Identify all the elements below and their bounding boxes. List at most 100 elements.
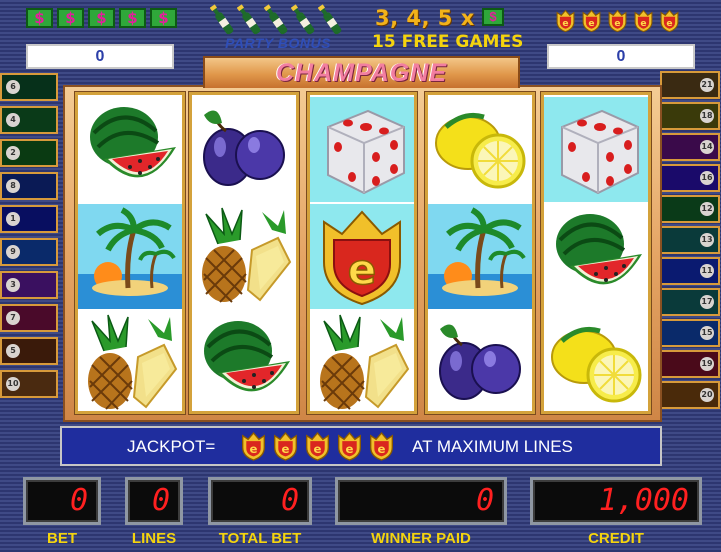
line-number: 6 [6, 80, 20, 94]
line-number: 12 [700, 202, 714, 216]
line-number: 5 [6, 344, 20, 358]
line-indicator: 1 [0, 205, 58, 233]
line-indicator: 21 [660, 71, 720, 99]
line-indicator: 15 [660, 319, 720, 347]
lines-display: 0 [125, 477, 183, 525]
shield-icon: e [323, 210, 401, 306]
champagne-bottle-icon [264, 4, 288, 35]
line-indicator: 10 [0, 370, 58, 398]
winner-paid-display: 0 [335, 477, 507, 525]
svg-text:e: e [640, 19, 646, 29]
island-symbol [428, 204, 532, 309]
watermelon-icon [90, 107, 176, 178]
bonus-counter: 0 [547, 44, 695, 69]
shield-e-icon: e [556, 9, 575, 33]
reel-3: e [307, 92, 417, 414]
line-number: 4 [6, 113, 20, 127]
dollar-scatter-icon: $ [119, 8, 146, 28]
champagne-bottle-icon [237, 4, 261, 35]
champagne-bottles-row [210, 2, 342, 38]
party-bonus-label: PARTY BONUS [225, 35, 331, 51]
shield-e-icon: e [274, 431, 297, 461]
shield-e-icon: e [608, 9, 627, 33]
lemon-icon [435, 112, 526, 189]
shield-e-icon: e [242, 431, 265, 461]
svg-text:e: e [282, 442, 290, 456]
watermelon-symbol [544, 204, 648, 309]
watermelon-symbol [78, 97, 182, 202]
champagne-bottle-icon [291, 4, 315, 35]
total-bet-label: TOTAL BET [218, 530, 302, 547]
line-number: 14 [700, 140, 714, 154]
shield-e-icon: e [306, 431, 329, 461]
lemon-icon [551, 326, 642, 403]
champagne-bottle-icon [210, 4, 234, 35]
svg-text:e: e [250, 442, 258, 456]
line-indicator: 8 [0, 172, 58, 200]
line-indicator: 19 [660, 350, 720, 378]
pineapple-icon [202, 207, 292, 303]
plum-icon [439, 324, 521, 400]
jackpot-condition: AT MAXIMUM LINES [412, 437, 573, 456]
plum-symbol [192, 97, 296, 202]
lines-label: LINES [131, 530, 177, 547]
line-indicator: 11 [660, 257, 720, 285]
reel-2 [189, 92, 299, 414]
credit-label: CREDIT [588, 530, 644, 547]
left-line-indicators: 6 4 2 8 1 9 3 7 5 10 [0, 73, 58, 398]
shield-e-icon: e [660, 9, 679, 33]
plum-icon [203, 110, 285, 186]
reels-frame: e [63, 85, 662, 422]
line-number: 13 [700, 233, 714, 247]
shield-symbol: e [310, 204, 414, 309]
dice-icon [561, 109, 639, 195]
island-icon [428, 204, 532, 309]
svg-text:e: e [378, 442, 386, 456]
line-number: 17 [700, 295, 714, 309]
svg-text:e: e [562, 19, 568, 29]
dice-symbol [310, 97, 414, 202]
dollar-scatter-icon: $ [26, 8, 53, 28]
line-indicator: 20 [660, 381, 720, 409]
shield-e-icon: e [370, 431, 393, 461]
right-line-indicators: 21 18 14 16 12 13 11 17 15 19 20 [660, 71, 720, 409]
jackpot-shields: eeeee [240, 431, 395, 462]
line-indicator: 6 [0, 73, 58, 101]
winner-paid-label: WINNER PAID [371, 530, 471, 547]
watermelon-icon [556, 214, 642, 285]
line-indicator: 5 [0, 337, 58, 365]
bet-label: BET [47, 530, 77, 547]
line-number: 20 [700, 388, 714, 402]
line-number: 10 [6, 377, 20, 391]
scatter-symbols-row: $ $ $ $ $ [26, 8, 177, 28]
line-number: 1 [6, 212, 20, 226]
game-title: CHAMPAGNE [203, 56, 520, 88]
champagne-bottle-icon [318, 4, 342, 35]
line-indicator: 13 [660, 226, 720, 254]
pineapple-symbol [78, 311, 182, 416]
dice-icon [327, 109, 405, 195]
line-indicator: 4 [0, 106, 58, 134]
line-number: 8 [6, 179, 20, 193]
line-number: 18 [700, 109, 714, 123]
bet-display: 0 [23, 477, 101, 525]
line-indicator: 2 [0, 139, 58, 167]
pineapple-icon [88, 314, 178, 410]
dollar-scatter-icon: $ [88, 8, 115, 28]
pineapple-icon [320, 314, 410, 410]
reel-5 [541, 92, 651, 414]
total-bet-display: 0 [208, 477, 312, 525]
line-indicator: 12 [660, 195, 720, 223]
dollar-scatter-icon: $ [150, 8, 177, 28]
line-indicator: 3 [0, 271, 58, 299]
line-indicator: 16 [660, 164, 720, 192]
pineapple-symbol [192, 204, 296, 309]
shield-e-icon: e [338, 431, 361, 461]
jackpot-label: JACKPOT= [127, 437, 216, 456]
svg-text:e: e [588, 19, 594, 29]
svg-text:e: e [666, 19, 672, 29]
reel-4 [425, 92, 535, 414]
line-indicator: 14 [660, 133, 720, 161]
island-icon [78, 204, 182, 309]
line-number: 15 [700, 326, 714, 340]
